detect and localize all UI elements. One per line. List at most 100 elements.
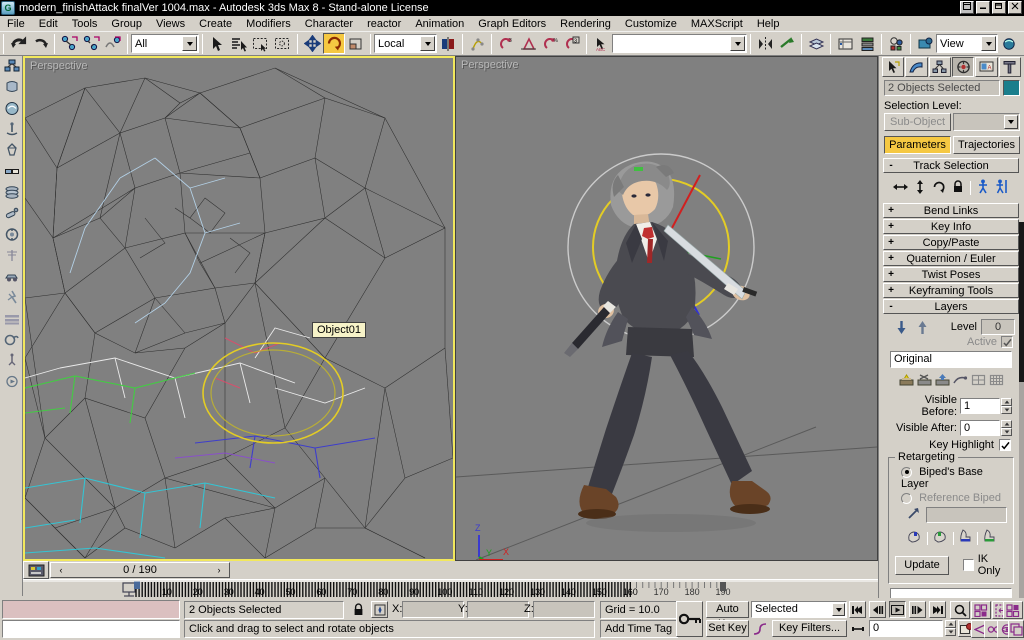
select-and-rotate-icon[interactable] [323, 33, 345, 54]
pick-arrow-icon[interactable] [907, 507, 923, 523]
level-value[interactable]: 0 [981, 319, 1015, 335]
align-icon[interactable] [517, 33, 539, 54]
mirror-icon[interactable]: 3 [495, 33, 517, 54]
menu-edit[interactable]: Edit [32, 17, 65, 31]
reactor-create-toy-car-icon[interactable] [1, 266, 22, 287]
y-coord-field[interactable] [467, 601, 529, 618]
snapshot-icon[interactable]: % [539, 33, 561, 54]
rollout-toggle-key-info[interactable]: + [884, 221, 898, 232]
tab-create[interactable] [882, 57, 905, 77]
tab-utilities[interactable] [998, 57, 1021, 77]
x-coord-field[interactable] [402, 601, 464, 618]
next-frame-button[interactable] [909, 601, 926, 618]
default-in-out-curve-icon[interactable] [751, 620, 769, 637]
reactor-create-fracture-icon[interactable] [1, 287, 22, 308]
time-slider-handle[interactable]: ‹ 0 / 190 › [50, 562, 230, 578]
tab-trajectories[interactable]: Trajectories [953, 136, 1020, 154]
maximize-window-button[interactable] [992, 1, 1006, 14]
quick-render-icon[interactable] [998, 33, 1020, 54]
go-to-start-button[interactable] [849, 601, 866, 618]
reference-coordinate-system-combo[interactable]: Local [374, 34, 437, 53]
menu-file[interactable]: File [0, 17, 32, 31]
window-crossing-icon[interactable] [272, 33, 294, 54]
next-frame-arrow[interactable]: › [209, 563, 229, 577]
z-coord-field[interactable] [533, 601, 595, 618]
reactor-create-water-icon[interactable] [1, 308, 22, 329]
rollout-header-key-info[interactable]: + Key Info [883, 219, 1019, 234]
auto-key-button[interactable]: Auto Key [706, 601, 749, 630]
menu-tools[interactable]: Tools [65, 17, 105, 31]
reactor-preview-animation-icon[interactable] [1, 350, 22, 371]
reference-biped-field[interactable] [926, 507, 1007, 523]
maxscript-mini-listener-output[interactable] [2, 600, 180, 619]
left-hand-icon[interactable] [906, 529, 923, 547]
create-layer-icon[interactable] [899, 373, 914, 390]
menu-animation[interactable]: Animation [408, 17, 471, 31]
time-slider-track[interactable]: ‹ 0 / 190 › [50, 562, 878, 578]
key-mode-toggle-icon[interactable] [23, 561, 49, 579]
snap-to-previous-layer-icon[interactable] [935, 373, 950, 390]
radio-row-base-layer[interactable]: Biped's Base Layer [893, 464, 1009, 491]
menu-modifiers[interactable]: Modifiers [239, 17, 298, 31]
reactor-create-rigid-body-collection-icon[interactable] [1, 56, 22, 77]
rollout-toggle-twist-poses[interactable]: + [884, 269, 898, 280]
chevron-down-icon[interactable] [182, 36, 197, 51]
menu-views[interactable]: Views [149, 17, 192, 31]
maximize-viewport-toggle-icon[interactable] [1008, 620, 1024, 638]
material-editor-icon[interactable] [885, 33, 907, 54]
rollout-toggle-bend-links[interactable]: + [884, 205, 898, 216]
command-panel-scrollbar[interactable] [1019, 222, 1024, 640]
set-key-button[interactable]: Set Key [706, 620, 749, 637]
viewport-label-left[interactable]: Perspective [30, 60, 87, 72]
redo-icon[interactable] [29, 33, 51, 54]
viewport-perspective-left[interactable]: Perspective Object01 [23, 56, 455, 561]
unlink-selection-icon[interactable] [80, 33, 102, 54]
reactor-create-wind-icon[interactable] [1, 245, 22, 266]
reactor-create-deforming-mesh-collection-icon[interactable] [1, 140, 22, 161]
reactor-create-animation-icon[interactable] [1, 371, 22, 392]
select-by-name-icon[interactable] [228, 33, 250, 54]
select-and-move-icon[interactable] [301, 33, 323, 54]
layer-name-field[interactable]: Original [890, 351, 1012, 368]
rollout-toggle-track-selection[interactable]: - [884, 160, 898, 171]
minimize-window-button[interactable] [976, 1, 990, 14]
reactor-create-plane-icon[interactable] [1, 161, 22, 182]
normal-align-icon[interactable]: 3 [561, 33, 583, 54]
menu-group[interactable]: Group [104, 17, 149, 31]
named-selection-set-combo[interactable] [612, 34, 747, 53]
track-bar-ruler[interactable]: 10 20 30 40 50 60 70 80 90 100 110 120 130 140 150 160 1… [23, 580, 878, 599]
delete-layer-icon[interactable] [917, 373, 932, 390]
rollout-header-quaternion-euler[interactable]: + Quaternion / Euler [883, 251, 1019, 266]
add-time-tag-button[interactable]: Add Time Tag [600, 620, 678, 638]
chevron-down-icon[interactable] [981, 36, 996, 51]
next-layer-icon[interactable] [911, 320, 933, 335]
menu-rendering[interactable]: Rendering [553, 17, 618, 31]
visible-after-spinner[interactable] [1001, 420, 1012, 436]
copy-pose-icon[interactable] [952, 373, 968, 390]
zoom-all-icon[interactable] [971, 601, 991, 619]
reactor-open-property-editor-icon[interactable] [1, 329, 22, 350]
menu-help[interactable]: Help [750, 17, 787, 31]
reactor-create-soft-body-collection-icon[interactable] [1, 98, 22, 119]
key-highlight-checkbox[interactable] [999, 439, 1011, 451]
track-bar[interactable]: 10 20 30 40 50 60 70 80 90 100 110 120 130 140 150 160 1… [23, 579, 878, 599]
rollout-header-copy-paste[interactable]: + Copy/Paste [883, 235, 1019, 250]
collapse-layer-icon[interactable] [891, 320, 911, 335]
restore-window-button[interactable] [960, 1, 974, 14]
reactor-create-cloth-collection-icon[interactable] [1, 77, 22, 98]
absolute-relative-transform-icon[interactable] [371, 601, 388, 618]
sub-object-button[interactable]: Sub-Object [884, 113, 952, 131]
radio-row-reference-biped[interactable]: Reference Biped [893, 491, 1009, 506]
menu-maxscript[interactable]: MAXScript [684, 17, 750, 31]
left-foot-icon[interactable] [958, 529, 973, 547]
chevron-down-icon[interactable] [1004, 115, 1018, 129]
go-to-end-button[interactable] [929, 601, 946, 618]
rollout-header-twist-poses[interactable]: + Twist Poses [883, 267, 1019, 282]
render-type-combo[interactable]: View [936, 34, 998, 53]
viewport-label-right[interactable]: Perspective [461, 59, 518, 71]
layer-manager-icon[interactable] [805, 33, 827, 54]
mirror-geometry-icon[interactable] [754, 33, 776, 54]
tab-hierarchy[interactable] [928, 57, 951, 77]
tab-display[interactable]: A [975, 57, 998, 77]
zoom-extents-all-icon[interactable] [1003, 601, 1023, 619]
